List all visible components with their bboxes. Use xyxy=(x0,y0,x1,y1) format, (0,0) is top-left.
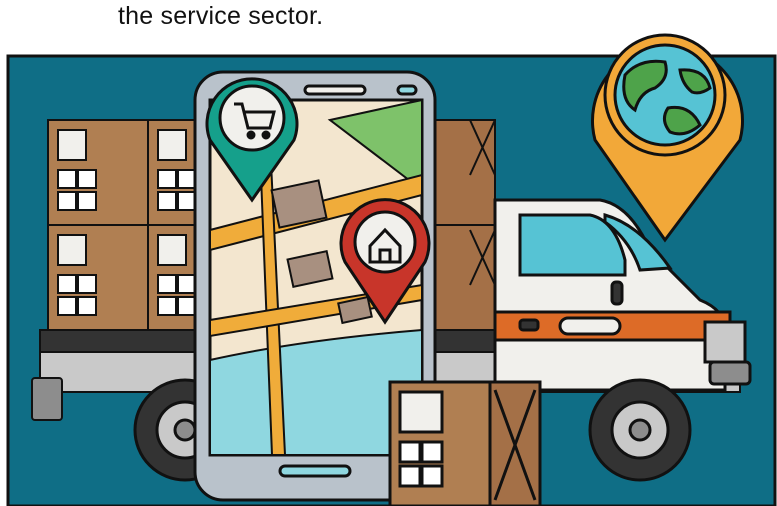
mud-flap xyxy=(31,377,63,421)
parcel xyxy=(388,380,542,506)
globe-icon xyxy=(613,43,717,147)
illustration xyxy=(6,33,777,506)
